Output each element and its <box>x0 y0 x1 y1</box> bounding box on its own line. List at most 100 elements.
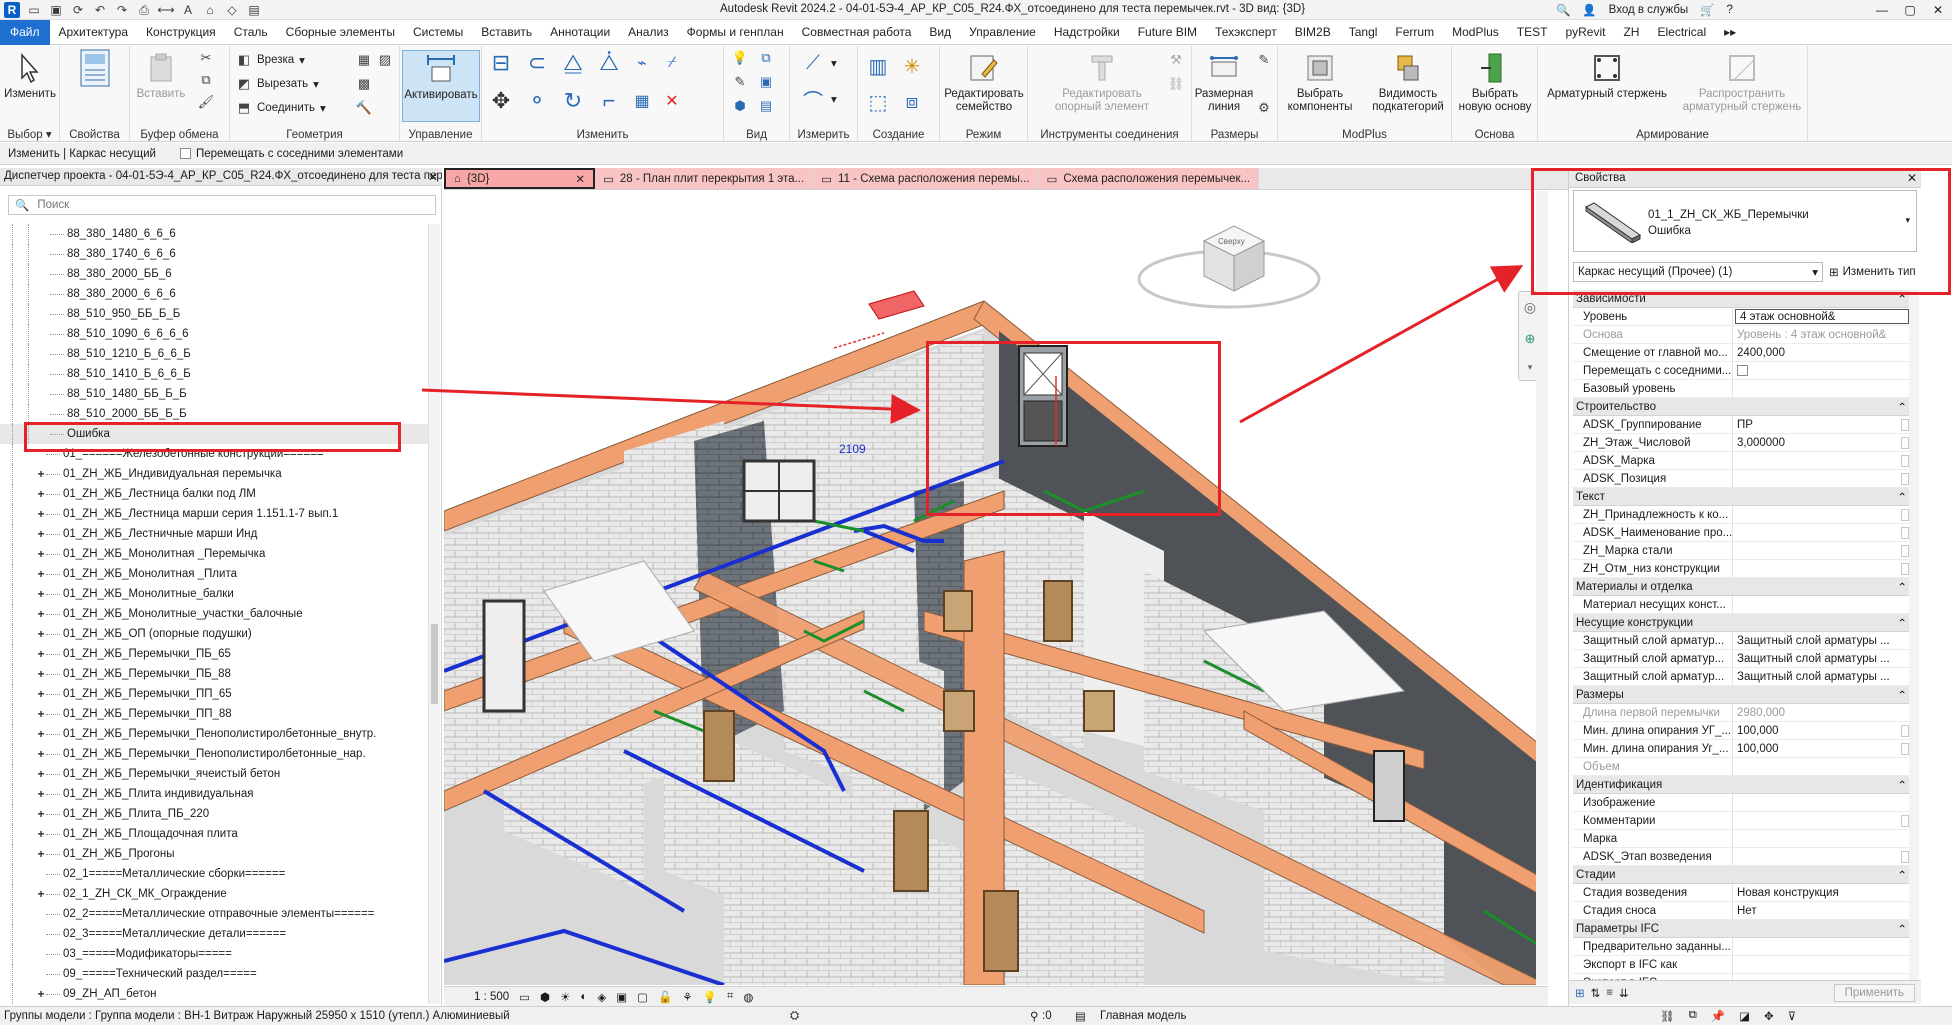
split-gap-icon[interactable]: ⌿ <box>662 53 682 73</box>
tree-item[interactable]: +01_ZH_ЖБ_Перемычки_ПП_65 <box>0 684 430 704</box>
property-value[interactable]: 100,000 <box>1733 722 1913 739</box>
property-value[interactable] <box>1733 506 1913 523</box>
split-icon[interactable]: ⌁ <box>632 53 652 73</box>
expand-icon[interactable]: + <box>36 467 46 481</box>
property-value[interactable] <box>1733 830 1913 847</box>
select-components-button[interactable]: Выбрать компоненты <box>1282 50 1358 114</box>
edit-type-button[interactable]: ⊞ Изменить тип <box>1829 265 1916 279</box>
pencil-icon[interactable]: ✎ <box>732 74 748 90</box>
tab-modplus[interactable]: ModPlus <box>1443 20 1508 45</box>
tree-item[interactable]: 02_2=====Металлические отправочные элеме… <box>0 904 430 924</box>
tree-item[interactable]: +01_ZH_ЖБ_Плита индивидуальная <box>0 784 430 804</box>
type-selector[interactable]: 01_1_ZH_СК_ЖБ_Перемычки Ошибка ▾ <box>1573 190 1917 252</box>
lock-icon[interactable]: 🔓 <box>658 990 672 1004</box>
tree-item[interactable]: +01_ZH_ЖБ_Лестница марши серия 1.151.1-7… <box>0 504 430 524</box>
tree-item[interactable]: 01_======Железобетонные конструкции=====… <box>0 444 430 464</box>
scroll-thumb[interactable] <box>431 624 438 704</box>
redo-icon[interactable]: ↷ <box>114 2 130 18</box>
tab-collaborate[interactable]: Совместная работа <box>793 20 921 45</box>
collapse-icon[interactable]: ⌃ <box>1897 292 1907 306</box>
associate-param-button[interactable] <box>1901 508 1909 521</box>
property-value[interactable]: 3,000000 <box>1733 434 1913 451</box>
tab-electrical[interactable]: Electrical <box>1648 20 1715 45</box>
view-tab-slab-plan[interactable]: ▭ 28 - План плит перекрытия 1 эта... <box>594 168 814 189</box>
property-value[interactable] <box>1733 596 1913 613</box>
temp-hide-icon[interactable]: ⚘ <box>682 990 692 1004</box>
tree-item[interactable]: 88_510_1090_6_6_6_6 <box>0 324 430 344</box>
edit-support-button[interactable]: Редактировать опорный элемент <box>1052 50 1152 114</box>
chevron-down-icon[interactable]: ▾ <box>1528 362 1533 373</box>
tab-annotate[interactable]: Аннотации <box>541 20 619 45</box>
view-tab-lintel-scheme[interactable]: ▭ 11 - Схема расположения перемы... <box>813 168 1039 189</box>
tab-analyze[interactable]: Анализ <box>619 20 678 45</box>
tree-item[interactable]: +01_ZH_ЖБ_Площадочная плита <box>0 824 430 844</box>
trim-icon[interactable]: ⌐ <box>596 88 622 114</box>
dim-tool-1[interactable]: ✎ <box>1256 52 1272 68</box>
select-new-base-button[interactable]: Выбрать новую основу <box>1456 50 1534 114</box>
tree-item[interactable]: +01_ZH_ЖБ_Монолитная _Плита <box>0 564 430 584</box>
create-group-icon[interactable]: ▥ <box>864 52 892 80</box>
associate-param-button[interactable] <box>1901 418 1909 431</box>
expand-icon[interactable]: + <box>36 827 46 841</box>
property-value[interactable] <box>1733 452 1913 469</box>
collapse-icon[interactable]: ⌃ <box>1897 868 1907 882</box>
tree-item[interactable]: 88_380_1740_6_6_6 <box>0 244 430 264</box>
cube-icon[interactable]: ⬢ <box>732 98 748 114</box>
tree-item[interactable]: 03_=====Модификаторы===== <box>0 944 430 964</box>
tree-item[interactable]: +01_ZH_ЖБ_Монолитные_балки <box>0 584 430 604</box>
tree-item[interactable]: +01_ZH_ЖБ_Монолитные_участки_балочные <box>0 604 430 624</box>
tree-item[interactable]: +01_ZH_ЖБ_Перемычки_Пенополистиролбетонн… <box>0 744 430 764</box>
property-checkbox[interactable] <box>1737 365 1748 376</box>
isolate-icon[interactable]: ▤ <box>758 98 774 114</box>
tab-tekhexpert[interactable]: Техэксперт <box>1206 20 1286 45</box>
tree-item[interactable]: 88_510_1410_Б_6_6_Б <box>0 364 430 384</box>
properties-scrollbar[interactable] <box>1909 290 1919 980</box>
property-group[interactable]: Строительство ⌃ <box>1573 398 1913 416</box>
scale-label[interactable]: 1 : 500 <box>474 991 509 1003</box>
tab-addins[interactable]: Надстройки <box>1045 20 1129 45</box>
property-value[interactable] <box>1733 524 1913 541</box>
tree-item[interactable]: +02_1_ZH_СК_МК_Ограждение <box>0 884 430 904</box>
associate-param-button[interactable] <box>1901 724 1909 737</box>
create-similar-icon[interactable]: ✳ <box>898 52 926 80</box>
property-group[interactable]: Параметры IFC ⌃ <box>1573 920 1913 938</box>
search-input[interactable] <box>37 199 418 211</box>
modify-button[interactable]: Изменить <box>4 50 56 101</box>
expand-icon[interactable]: + <box>36 807 46 821</box>
tab-bim2b[interactable]: BIM2B <box>1286 20 1340 45</box>
tree-item[interactable]: 88_510_950_ББ_Б_Б <box>0 304 430 324</box>
view-scrollbar[interactable] <box>1536 191 1548 985</box>
bulb-icon[interactable]: 💡 <box>732 50 748 66</box>
sign-in-link[interactable]: Вход в службы <box>1609 4 1689 16</box>
expand-icon[interactable]: + <box>36 767 46 781</box>
tree-item[interactable]: +01_ZH_ЖБ_Перемычки_ПП_88 <box>0 704 430 724</box>
tab-file[interactable]: Файл <box>0 19 50 45</box>
help-icon[interactable]: ? <box>1727 4 1733 16</box>
cut-button[interactable]: ✂ <box>198 50 214 66</box>
property-group[interactable]: Размеры ⌃ <box>1573 686 1913 704</box>
tab-view[interactable]: Вид <box>920 20 960 45</box>
tab-structure[interactable]: Конструкция <box>137 20 225 45</box>
tab-pyrevit[interactable]: pyRevit <box>1556 20 1614 45</box>
filter-icon[interactable]: ⊽ <box>1788 1009 1796 1023</box>
dim-tool-2[interactable]: ⚙ <box>1256 100 1272 116</box>
expand-icon[interactable]: + <box>36 567 46 581</box>
collapse-icon[interactable]: ⇊ <box>1619 986 1629 1000</box>
create-assembly-icon[interactable]: ⬚ <box>864 88 892 116</box>
view-tab-lintel-layout[interactable]: ▭ Схема расположения перемычек... <box>1038 168 1260 189</box>
expand-icon[interactable]: + <box>36 607 46 621</box>
mirror-axis-icon[interactable]: ⧋ <box>560 50 586 76</box>
associate-param-button[interactable] <box>1901 562 1909 575</box>
view-tab-3d[interactable]: ⌂ {3D} ✕ <box>444 168 595 189</box>
connection-tool-1[interactable]: ⚒ <box>1168 52 1184 68</box>
expand-icon[interactable]: + <box>36 487 46 501</box>
move-icon[interactable]: ✥ <box>488 88 514 114</box>
join-button[interactable]: ⬒ Соединить ▾ <box>236 100 326 116</box>
close-icon[interactable]: ✕ <box>575 172 585 186</box>
property-value[interactable]: Защитный слой арматуры ... <box>1733 632 1913 649</box>
tree-item[interactable]: 88_510_1480_ББ_Б_Б <box>0 384 430 404</box>
associate-param-button[interactable] <box>1901 472 1909 485</box>
hide-icon[interactable]: ⧉ <box>758 50 774 66</box>
tree-item[interactable]: 88_510_2000_ББ_Б_Б <box>0 404 430 424</box>
expand-icon[interactable]: + <box>36 707 46 721</box>
